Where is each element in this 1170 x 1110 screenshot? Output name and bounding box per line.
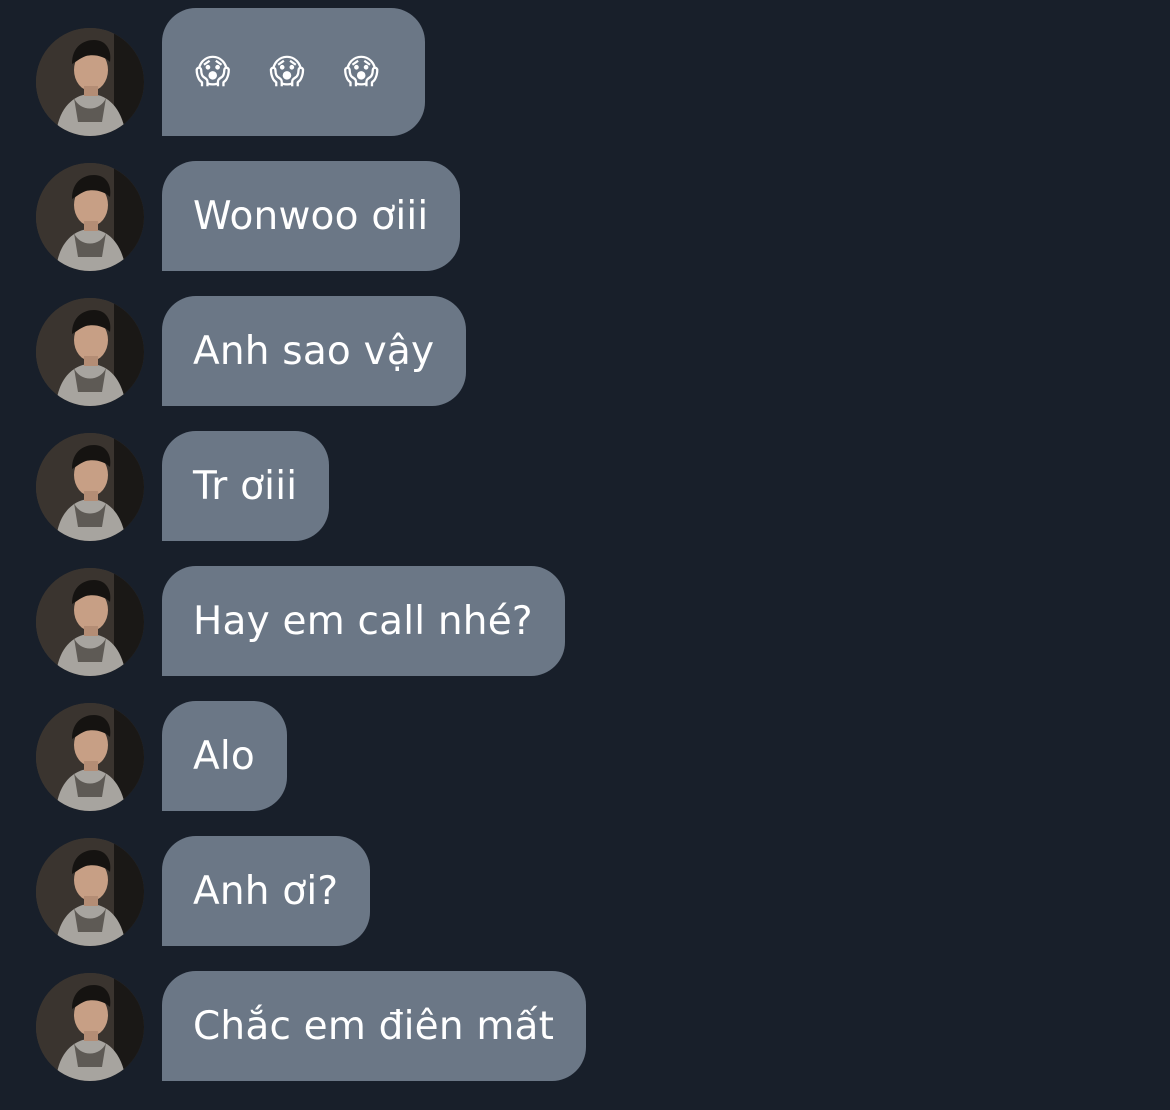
- message-bubble[interactable]: Anh ơi?: [162, 836, 371, 946]
- avatar-photo-icon: [36, 28, 144, 136]
- message-bubble[interactable]: Chắc em điên mất: [162, 971, 587, 1081]
- avatar-photo-icon: [36, 973, 144, 1081]
- message-bubble[interactable]: Alo: [162, 701, 287, 811]
- avatar[interactable]: [36, 568, 144, 676]
- avatar-photo-icon: [36, 838, 144, 946]
- avatar-photo-icon: [36, 703, 144, 811]
- message-text: Alo: [193, 733, 255, 779]
- message-bubble[interactable]: 😱 😱 😱: [162, 8, 425, 136]
- avatar[interactable]: [36, 28, 144, 136]
- avatar-photo-icon: [36, 568, 144, 676]
- avatar[interactable]: [36, 433, 144, 541]
- message-row: 😱 😱 😱: [0, 8, 1170, 136]
- avatar[interactable]: [36, 163, 144, 271]
- chat-thread: 😱 😱 😱 Wonwoo ơiii Anh sao vậy Tr ơiii Ha…: [0, 0, 1170, 1110]
- message-row: Hay em call nhé?: [0, 566, 1170, 678]
- message-row: Tr ơiii: [0, 431, 1170, 543]
- message-text: Anh ơi?: [193, 868, 339, 914]
- avatar[interactable]: [36, 838, 144, 946]
- message-row: Wonwoo ơiii: [0, 161, 1170, 273]
- message-bubble[interactable]: Anh sao vậy: [162, 296, 467, 406]
- avatar-photo-icon: [36, 163, 144, 271]
- message-bubble[interactable]: Tr ơiii: [162, 431, 330, 541]
- avatar[interactable]: [36, 973, 144, 1081]
- message-text: Anh sao vậy: [193, 328, 435, 374]
- avatar-photo-icon: [36, 298, 144, 406]
- message-row: Anh ơi?: [0, 836, 1170, 948]
- message-bubble[interactable]: Wonwoo ơiii: [162, 161, 461, 271]
- message-text: Hay em call nhé?: [193, 598, 533, 644]
- avatar[interactable]: [36, 703, 144, 811]
- avatar-photo-icon: [36, 433, 144, 541]
- emoji-text: 😱 😱 😱: [195, 52, 393, 92]
- message-row: Alo: [0, 701, 1170, 813]
- message-text: Chắc em điên mất: [193, 1003, 555, 1049]
- message-row: Chắc em điên mất: [0, 971, 1170, 1083]
- message-row: Anh sao vậy: [0, 296, 1170, 408]
- avatar[interactable]: [36, 298, 144, 406]
- message-bubble[interactable]: Hay em call nhé?: [162, 566, 565, 676]
- message-text: Wonwoo ơiii: [193, 193, 429, 239]
- message-text: Tr ơiii: [193, 463, 298, 509]
